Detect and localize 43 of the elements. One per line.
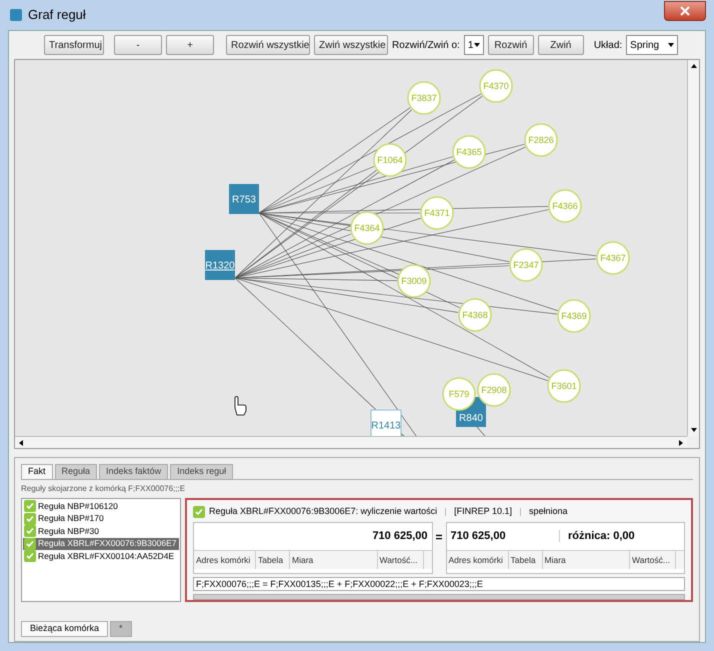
status-text: spełniona bbox=[529, 505, 568, 518]
tab[interactable]: * bbox=[110, 621, 132, 637]
tab[interactable]: Indeks faktów bbox=[99, 464, 168, 479]
toolbar-button[interactable]: + bbox=[166, 35, 214, 55]
caret-icon bbox=[668, 43, 674, 47]
toolbar-button[interactable]: Zwiń wszystkie bbox=[314, 35, 388, 55]
rule-list-item[interactable]: Reguła NBP#170 bbox=[23, 512, 179, 525]
rules-caption: Reguły skojarzone z komórką F;FXX00076;;;E bbox=[21, 483, 186, 495]
toolbar-button[interactable]: Zwiń bbox=[538, 35, 584, 55]
toolbar-button[interactable]: Rozwiń bbox=[488, 35, 534, 55]
tab[interactable]: Indeks reguł bbox=[170, 464, 234, 479]
dropdown[interactable]: 1 bbox=[464, 35, 484, 55]
template-text: [FINREP 10.1] bbox=[454, 505, 512, 518]
horizontal-scrollbar[interactable] bbox=[193, 594, 685, 600]
depth-label: Rozwiń/Zwiń o: bbox=[392, 38, 460, 52]
total-value: 710 625,00 bbox=[372, 528, 428, 544]
total-value: 710 625,00 bbox=[450, 528, 506, 544]
toolbar-button[interactable]: Rozwiń wszystkie bbox=[226, 35, 310, 55]
rule-node[interactable]: R1413 bbox=[370, 410, 402, 437]
rule-graph[interactable]: R753 R1320 R1413 R840 F3837 F4370 F1064 F4365 F2826 F4364 F4371 F4366 F4367 F2347 F3009 F4368 F4369 F3601 F579 F2908 bbox=[15, 60, 687, 437]
equals-sign: = bbox=[434, 528, 444, 546]
difference-text: różnica: 0,00 bbox=[568, 528, 635, 544]
caret-icon bbox=[474, 43, 480, 47]
formula-field[interactable]: F;FXX00076;;;E = F;FXX00135;;;E + F;FXX00022;;;E + F;FXX00023;;;E bbox=[193, 576, 685, 590]
horizontal-scrollbar[interactable] bbox=[15, 436, 687, 448]
vertical-scrollbar[interactable] bbox=[687, 60, 699, 436]
tab[interactable]: Reguła bbox=[54, 464, 98, 479]
close-button[interactable] bbox=[664, 1, 706, 21]
rule-list-item[interactable]: Reguła NBP#30 bbox=[23, 525, 179, 538]
toolbar-button[interactable]: - bbox=[114, 35, 162, 55]
tab[interactable]: Fakt bbox=[21, 464, 53, 479]
rule-list-item[interactable]: Reguła NBP#106120 bbox=[23, 500, 179, 512]
toolbar-button[interactable]: Transformuj bbox=[44, 35, 104, 55]
rule-list-item[interactable]: Reguła XBRL#FXX00104:AA52D4E bbox=[23, 550, 179, 562]
close-icon bbox=[680, 6, 690, 16]
window-title: Graf reguł bbox=[28, 6, 86, 24]
layout-label: Układ: bbox=[594, 38, 622, 52]
rule-list-item[interactable]: Reguła XBRL#FXX00076:9B3006E7 bbox=[23, 538, 179, 550]
dropdown[interactable]: Spring bbox=[626, 35, 678, 55]
hand-cursor-icon bbox=[234, 396, 246, 416]
rule-title: Reguła XBRL#FXX00076:9B3006E7: wyliczenie wartości bbox=[209, 505, 438, 518]
app-icon bbox=[10, 9, 22, 21]
tab[interactable]: Bieżąca komórka bbox=[21, 621, 108, 637]
